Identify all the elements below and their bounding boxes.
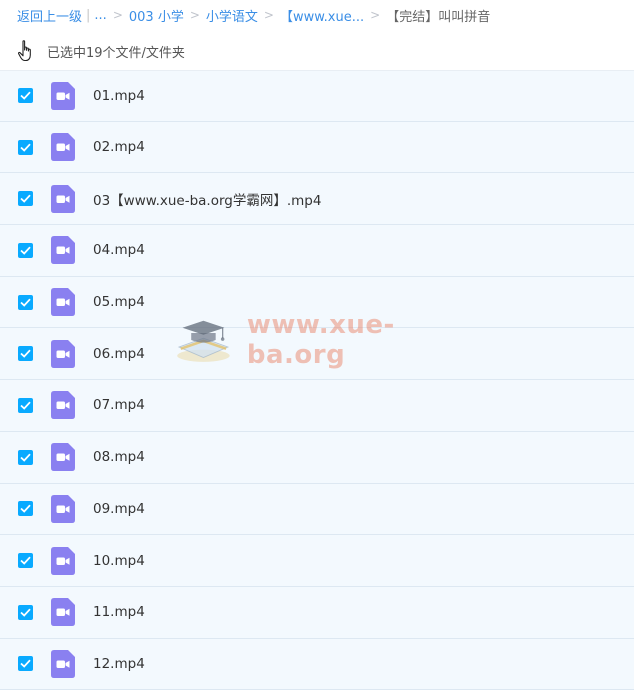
breadcrumb-item[interactable]: 【www.xue... bbox=[280, 6, 364, 25]
checkbox-checked[interactable] bbox=[18, 346, 33, 362]
video-file-icon bbox=[51, 133, 75, 162]
file-list: 01.mp4 02.mp4 03【www.xue-ba.org学霸网】.mp4 … bbox=[0, 70, 634, 690]
video-file-icon bbox=[51, 598, 75, 627]
chevron-right-icon: > bbox=[112, 8, 123, 22]
checkmark-icon bbox=[20, 246, 31, 255]
checkbox-checked[interactable] bbox=[18, 139, 33, 155]
video-file-icon bbox=[51, 443, 75, 472]
breadcrumb-ellipsis[interactable]: ... bbox=[94, 8, 106, 23]
file-row[interactable]: 12.mp4 bbox=[0, 638, 634, 690]
file-row[interactable]: 08.mp4 bbox=[0, 431, 634, 484]
file-name[interactable]: 09.mp4 bbox=[93, 501, 145, 517]
breadcrumb-current: 【完结】叫叫拼音 bbox=[386, 9, 491, 25]
checkbox-checked[interactable] bbox=[18, 294, 33, 310]
checkbox-checked[interactable] bbox=[18, 397, 33, 413]
checkbox-checked[interactable] bbox=[18, 88, 33, 104]
checkmark-icon bbox=[20, 556, 31, 565]
file-row[interactable]: 07.mp4 bbox=[0, 380, 634, 432]
checkbox-checked[interactable] bbox=[18, 191, 33, 207]
file-name[interactable]: 06.mp4 bbox=[93, 346, 145, 362]
checkmark-icon bbox=[20, 143, 31, 152]
video-file-icon bbox=[51, 649, 75, 678]
breadcrumb-item[interactable]: 小学语文 bbox=[206, 6, 258, 25]
chevron-right-icon: > bbox=[189, 8, 200, 22]
file-row[interactable]: 11.mp4 bbox=[0, 586, 634, 639]
back-link[interactable]: 返回上一级 bbox=[17, 6, 82, 25]
file-row[interactable]: 06.mp4 bbox=[0, 328, 634, 381]
checkbox-checked[interactable] bbox=[18, 656, 33, 672]
checkmark-icon bbox=[20, 194, 31, 203]
checkmark-icon bbox=[20, 401, 31, 410]
file-row[interactable]: 10.mp4 bbox=[0, 535, 634, 587]
checkmark-icon bbox=[20, 298, 31, 307]
chevron-right-icon: > bbox=[263, 8, 274, 22]
file-row[interactable]: 09.mp4 bbox=[0, 483, 634, 536]
file-name[interactable]: 03【www.xue-ba.org学霸网】.mp4 bbox=[93, 189, 321, 209]
selection-bar: 已选中19个文件/文件夹 bbox=[0, 36, 634, 66]
file-row[interactable]: 03【www.xue-ba.org学霸网】.mp4 bbox=[0, 173, 634, 226]
breadcrumb-item[interactable]: 003 小学 bbox=[129, 6, 184, 25]
file-name[interactable]: 12.mp4 bbox=[93, 656, 145, 672]
file-row[interactable]: 02.mp4 bbox=[0, 121, 634, 174]
file-row[interactable]: 04.mp4 bbox=[0, 225, 634, 277]
video-file-icon bbox=[51, 391, 75, 420]
video-file-icon bbox=[51, 81, 75, 110]
file-row[interactable]: 05.mp4 bbox=[0, 276, 634, 329]
video-file-icon bbox=[51, 546, 75, 575]
file-name[interactable]: 10.mp4 bbox=[93, 553, 145, 569]
file-name[interactable]: 01.mp4 bbox=[93, 88, 145, 104]
crumb-divider: | bbox=[86, 7, 91, 23]
file-row[interactable]: 01.mp4 bbox=[0, 70, 634, 122]
breadcrumb: 返回上一级 | ... > 003 小学 > 小学语文 > 【www.xue..… bbox=[0, 0, 634, 30]
video-file-icon bbox=[51, 288, 75, 317]
checkmark-icon bbox=[20, 608, 31, 617]
chevron-right-icon: > bbox=[370, 8, 381, 22]
video-file-icon bbox=[51, 494, 75, 523]
checkmark-icon bbox=[20, 504, 31, 514]
checkmark-icon bbox=[20, 453, 31, 462]
checkbox-checked[interactable] bbox=[18, 242, 33, 258]
file-name[interactable]: 04.mp4 bbox=[93, 242, 145, 258]
checkbox-checked[interactable] bbox=[18, 501, 33, 517]
file-name[interactable]: 11.mp4 bbox=[93, 604, 145, 620]
selection-status: 已选中19个文件/文件夹 bbox=[47, 45, 185, 61]
file-name[interactable]: 02.mp4 bbox=[93, 139, 145, 155]
video-file-icon bbox=[51, 236, 75, 265]
checkmark-icon bbox=[20, 91, 31, 101]
hand-cursor-icon bbox=[17, 40, 31, 62]
checkmark-icon bbox=[20, 659, 31, 669]
file-name[interactable]: 07.mp4 bbox=[93, 397, 145, 413]
video-file-icon bbox=[51, 184, 75, 213]
checkbox-checked[interactable] bbox=[18, 449, 33, 465]
checkbox-checked[interactable] bbox=[18, 604, 33, 620]
file-name[interactable]: 08.mp4 bbox=[93, 449, 145, 465]
video-file-icon bbox=[51, 339, 75, 368]
checkmark-icon bbox=[20, 349, 31, 359]
checkbox-checked[interactable] bbox=[18, 553, 33, 569]
file-name[interactable]: 05.mp4 bbox=[93, 294, 145, 310]
